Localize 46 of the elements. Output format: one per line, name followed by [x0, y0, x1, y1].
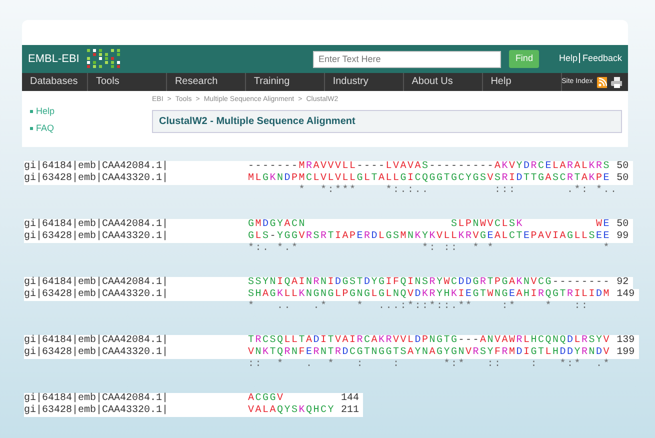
sequence-name: gi|63428|emb|CAA43320.1| — [24, 231, 248, 243]
sequence-position: 50 — [610, 161, 633, 173]
sequence-text: VALAQYSKQHCY — [248, 405, 336, 416]
nav-link[interactable]: Research — [166, 73, 246, 91]
sequence-name: gi|63428|emb|CAA43320.1| — [24, 405, 248, 417]
nav-link[interactable]: Tools — [88, 73, 167, 91]
nav-link[interactable]: Databases — [22, 73, 88, 91]
site-logo[interactable]: EMBL-EBI — [28, 50, 80, 68]
sequence-text: SSYNIQAINRNIDGSTDYGIFQINSRYWCDDGRTPGAKNVCG-------- — [248, 277, 611, 288]
consensus-line: * *:*** *:.:.. ::: .*: *.. — [298, 185, 619, 197]
sequence-name: gi|64184|emb|CAA42084.1| — [24, 393, 248, 405]
header-link[interactable]: Feedback — [582, 53, 622, 64]
sequence-position: 50 — [610, 173, 633, 185]
sequence-position: 99 — [610, 231, 633, 243]
nav-link[interactable]: Industry — [324, 73, 404, 91]
rss-icon[interactable] — [596, 76, 607, 88]
sequence-text: TRCSQLLTADITVAIRCAKRVVLDPNGTG---ANVAWRLHCQNQDLRSYV — [248, 335, 611, 346]
sequence-position: 50 — [610, 219, 633, 231]
nav-link[interactable]: About Us — [404, 73, 483, 91]
sequence-name: gi|64184|emb|CAA42084.1| — [24, 219, 248, 231]
bullet-icon — [30, 126, 33, 130]
search-field[interactable]: Enter Text Here — [313, 50, 502, 68]
sequence-name: gi|63428|emb|CAA43320.1| — [24, 289, 248, 301]
sequence-position: 211 — [335, 405, 364, 417]
sequence-position: 144 — [335, 393, 364, 405]
consensus-line: :: * . * : : *:* :: : *:* .* — [248, 359, 612, 371]
header-link[interactable]: Help — [558, 53, 578, 64]
sequence-position: 92 — [610, 277, 633, 289]
sequence-text: MLGKNDPMCLVLVLLGLTALLGICQGGTGCYGSVSRIDTTGASCRTAKPE — [248, 173, 611, 184]
bullet-icon — [30, 110, 33, 114]
sequence-name: gi|63428|emb|CAA43320.1| — [24, 347, 248, 359]
nav-link[interactable]: Help — [482, 73, 562, 91]
sequence-name: gi|64184|emb|CAA42084.1| — [24, 161, 248, 173]
sequence-name: gi|64184|emb|CAA42084.1| — [24, 277, 248, 289]
sequence-text: VNKTQRNFERNTRDCGTNGGTSAYNAGYGNVRSYFRMDIGTLHDDYRNDV — [248, 347, 611, 358]
consensus-line: * .. .* * ...:*::*::.** :* * :: — [248, 301, 590, 313]
sequence-position: 149 — [610, 289, 639, 301]
print-icon[interactable] — [610, 76, 622, 88]
sequence-text: SHAGKLLKNGNGLPGNGLGLNQVDKRYHKIEGTWNGEAHIRQGTRILIDM — [248, 289, 611, 300]
sequence-position: 139 — [610, 335, 639, 347]
nav-link[interactable]: Training — [246, 73, 325, 91]
sequence-name: gi|63428|emb|CAA43320.1| — [24, 173, 248, 185]
sequence-name: gi|64184|emb|CAA42084.1| — [24, 335, 248, 347]
sequence-position: 199 — [610, 347, 639, 359]
page-title: ClustalW2 - Multiple Sequence Alignment — [152, 110, 622, 132]
consensus-line: *:. *.* *: :: * * * — [248, 243, 612, 255]
